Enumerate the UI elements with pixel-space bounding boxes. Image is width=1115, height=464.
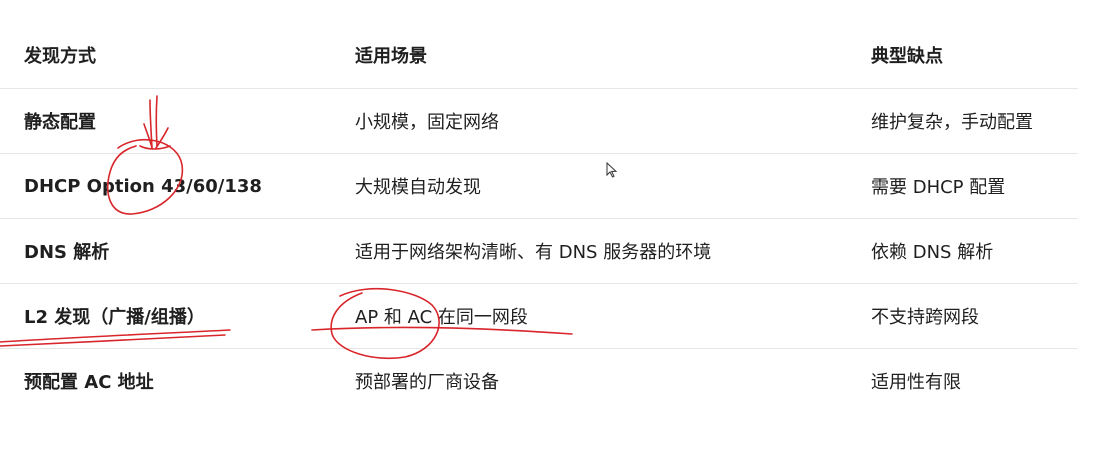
table-row: L2 发现（广播/组播） AP 和 AC 在同一网段 不支持跨网段 [0,284,1078,349]
row-method: 静态配置 [24,112,96,133]
discovery-methods-table: 发现方式 适用场景 典型缺点 静态配置 小规模，固定网络 维护复杂，手动配置 D… [0,22,1078,413]
row-drawback: 适用性有限 [871,372,961,393]
table-header-row: 发现方式 适用场景 典型缺点 [0,22,1078,89]
header-applicable-scenario: 适用场景 [355,46,427,67]
mouse-pointer-icon [606,162,618,178]
row-drawback: 依赖 DNS 解析 [871,242,994,263]
table-row: 预配置 AC 地址 预部署的厂商设备 适用性有限 [0,349,1078,413]
table-row: DHCP Option 43/60/138 大规模自动发现 需要 DHCP 配置 [0,154,1078,219]
row-scenario: 预部署的厂商设备 [355,372,499,393]
row-scenario: 大规模自动发现 [355,177,481,198]
header-discovery-method: 发现方式 [24,46,96,67]
row-scenario: AP 和 AC 在同一网段 [355,307,528,328]
table-row: 静态配置 小规模，固定网络 维护复杂，手动配置 [0,89,1078,154]
row-method: DHCP Option 43/60/138 [24,175,262,197]
row-method: DNS 解析 [24,242,110,263]
row-scenario: 小规模，固定网络 [355,112,499,133]
table-row: DNS 解析 适用于网络架构清晰、有 DNS 服务器的环境 依赖 DNS 解析 [0,219,1078,284]
row-drawback: 维护复杂，手动配置 [871,112,1033,133]
header-typical-drawback: 典型缺点 [871,46,943,67]
row-drawback: 不支持跨网段 [871,307,979,328]
row-method: L2 发现（广播/组播） [24,307,205,328]
row-scenario: 适用于网络架构清晰、有 DNS 服务器的环境 [355,242,712,263]
row-method: 预配置 AC 地址 [24,372,154,393]
row-drawback: 需要 DHCP 配置 [871,177,1006,198]
